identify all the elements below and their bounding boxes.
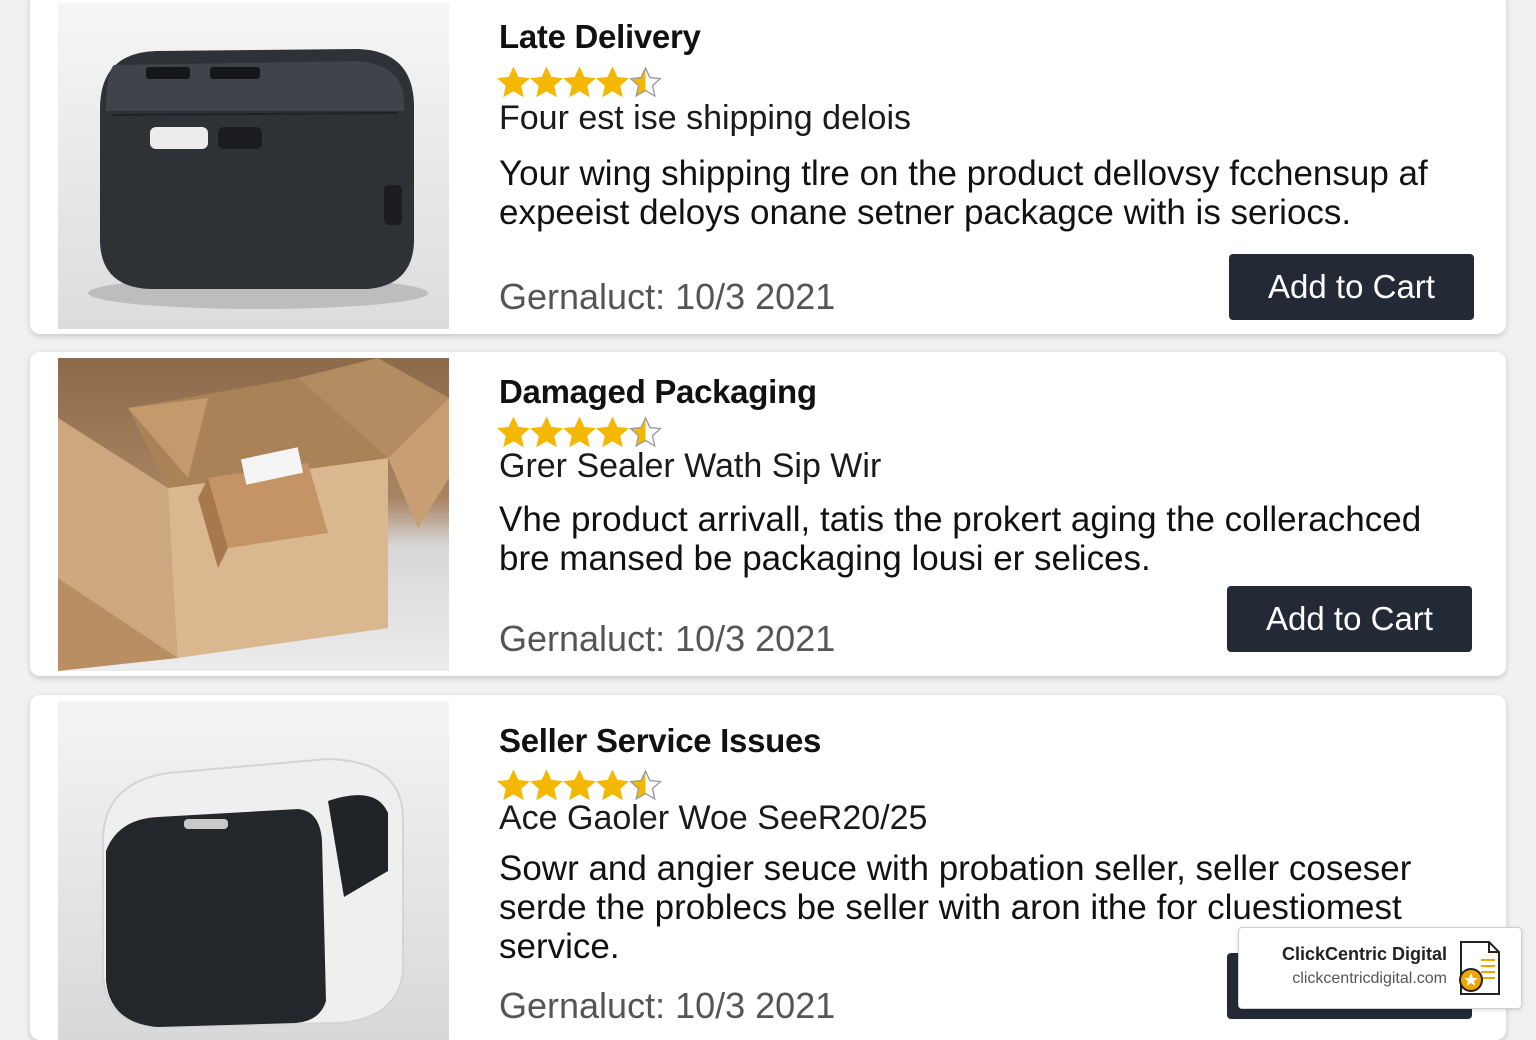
product-image[interactable]: [58, 701, 449, 1040]
product-subtitle: Ace Gaoler Woe SeeR20/25: [499, 799, 928, 837]
star-rating: [497, 416, 662, 448]
product-image[interactable]: [58, 358, 449, 671]
star-rating: [497, 769, 662, 801]
star-half-icon: [629, 416, 662, 448]
product-card: Damaged Packaging Grer Sealer Wath Sip W…: [30, 352, 1506, 676]
watermark-name: ClickCentric Digital: [1281, 944, 1447, 964]
product-subtitle: Four est ise shipping delois: [499, 99, 912, 137]
cardboard-box-icon: [58, 358, 449, 671]
star-filled-icon: [530, 416, 563, 448]
star-half-icon: [629, 769, 662, 801]
add-to-cart-button[interactable]: Add to Cart: [1229, 254, 1474, 320]
watermark-url: clickcentricdigital.com: [1292, 970, 1447, 987]
star-rating: [497, 66, 662, 98]
star-filled-icon: [497, 416, 530, 448]
star-filled-icon: [596, 416, 629, 448]
add-to-cart-button[interactable]: Add to Cart: [1227, 586, 1472, 652]
product-image[interactable]: [58, 3, 449, 329]
product-card: Late Delivery Four est ise shipping delo…: [30, 0, 1506, 334]
product-title: Damaged Packaging: [499, 373, 817, 410]
star-filled-icon: [530, 66, 563, 98]
star-filled-icon: [596, 66, 629, 98]
star-filled-icon: [530, 769, 563, 801]
product-date: Gernaluct: 10/3 2021: [499, 985, 836, 1026]
star-filled-icon: [497, 66, 530, 98]
star-filled-icon: [563, 66, 596, 98]
star-filled-icon: [596, 769, 629, 801]
watermark-badge: ClickCentric Digital clickcentricdigital…: [1238, 927, 1522, 1009]
star-half-icon: [629, 66, 662, 98]
certificate-star-icon: [1459, 941, 1500, 995]
product-date: Gernaluct: 10/3 2021: [499, 618, 836, 659]
star-filled-icon: [563, 769, 596, 801]
product-subtitle: Grer Sealer Wath Sip Wir: [499, 447, 882, 485]
product-date: Gernaluct: 10/3 2021: [499, 276, 836, 317]
printer-white-icon: [102, 757, 404, 1029]
product-title: Seller Service Issues: [499, 722, 822, 759]
product-description: Your wing shipping tlre on the product d…: [499, 154, 1428, 232]
star-filled-icon: [563, 416, 596, 448]
star-filled-icon: [497, 769, 530, 801]
printer-black-icon: [88, 49, 428, 309]
product-description: Vhe product arrivall, tatis the prokert …: [499, 500, 1422, 578]
product-title: Late Delivery: [499, 18, 701, 55]
